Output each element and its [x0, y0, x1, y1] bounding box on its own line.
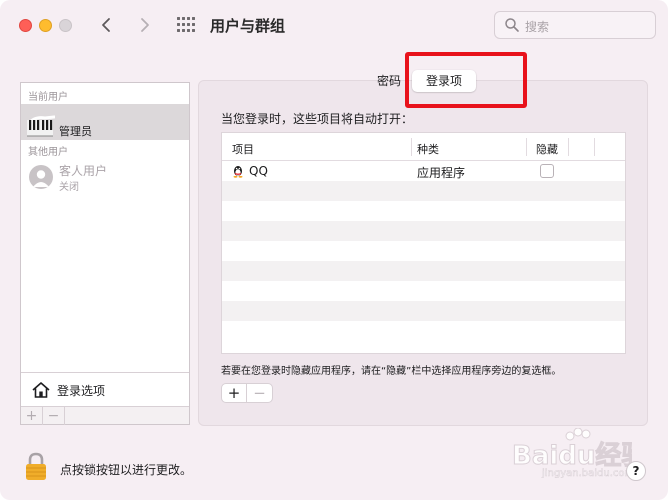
table-row-empty [222, 241, 625, 261]
guest-name: 客人用户 [59, 164, 108, 178]
table-row[interactable]: QQ 应用程序 [222, 161, 625, 181]
login-item-kind: 应用程序 [417, 166, 466, 180]
search-field[interactable]: 搜索 [494, 11, 656, 39]
hide-hint-text: 若要在您登录时隐藏应用程序，请在“隐藏”栏中选择应用程序旁边的复选框。 [221, 366, 562, 377]
lock-icon[interactable] [24, 452, 48, 482]
table-row-empty [222, 301, 625, 321]
table-header: 项目 种类 隐藏 [222, 133, 625, 161]
column-divider [411, 138, 412, 156]
watermark-url: jingyan.baidu.com [541, 468, 632, 478]
table-row-empty [222, 261, 625, 281]
show-all-button[interactable] [173, 13, 197, 37]
minimize-button[interactable] [39, 19, 52, 32]
title-bar: 用户与群组 搜索 [0, 0, 668, 52]
login-items-description: 当您登录时，这些项目将自动打开： [221, 112, 414, 126]
user-item-admin[interactable]: 管理员 [21, 104, 189, 140]
current-users-label: 当前用户 [28, 92, 68, 103]
app-grid-icon [177, 17, 195, 32]
lock-hint-text: 点按锁按钮以进行更改。 [60, 463, 193, 477]
guest-avatar [29, 165, 53, 189]
table-row-empty [222, 221, 625, 241]
login-items-add-remove: + − [221, 383, 273, 403]
login-items-table: 项目 种类 隐藏 QQ 应用程序 [221, 132, 626, 354]
preferences-window: 用户与群组 搜索 当前用户 管理员 其他用户 客人用户 关闭 登录选项 + − … [0, 0, 668, 500]
house-icon [32, 382, 50, 398]
users-list: 当前用户 管理员 其他用户 客人用户 关闭 登录选项 + − [20, 82, 190, 425]
close-button[interactable] [19, 19, 32, 32]
login-item-name: QQ [249, 164, 268, 178]
column-header-hidden[interactable]: 隐藏 [536, 141, 558, 157]
chevron-right-icon [141, 18, 149, 32]
help-button[interactable]: ? [626, 461, 646, 481]
remove-login-item-button[interactable]: − [247, 384, 272, 402]
column-divider [594, 138, 595, 156]
add-user-button[interactable]: + [21, 407, 43, 425]
admin-avatar [27, 115, 55, 137]
back-button[interactable] [93, 12, 119, 38]
chevron-left-icon [102, 18, 110, 32]
highlight-annotation [405, 52, 527, 108]
login-options-label: 登录选项 [57, 384, 106, 398]
zoom-button[interactable] [59, 19, 72, 32]
users-panel-footer: + − [21, 406, 189, 425]
admin-name: 管理员 [59, 125, 92, 138]
remove-user-button[interactable]: − [43, 407, 65, 425]
table-row-empty [222, 321, 625, 341]
hide-checkbox[interactable] [540, 164, 554, 178]
column-header-item[interactable]: 项目 [232, 141, 254, 157]
table-row-empty [222, 281, 625, 301]
table-row-empty [222, 201, 625, 221]
table-row-empty [222, 181, 625, 201]
search-icon [505, 18, 519, 32]
column-header-kind[interactable]: 种类 [417, 141, 439, 157]
add-login-item-button[interactable]: + [222, 384, 247, 402]
guest-status: 关闭 [59, 182, 79, 193]
qq-penguin-icon [233, 166, 243, 178]
watermark-brand: Baidu经验 [512, 440, 632, 471]
other-users-label: 其他用户 [28, 147, 68, 158]
search-placeholder: 搜索 [525, 20, 550, 34]
person-icon [33, 170, 49, 187]
column-divider [526, 138, 527, 156]
window-title: 用户与群组 [210, 17, 286, 35]
column-divider [568, 138, 569, 156]
baidu-watermark: Baidu经验 jingyan.baidu.com [512, 428, 632, 478]
login-options-item[interactable]: 登录选项 [21, 372, 189, 406]
forward-button[interactable] [132, 12, 158, 38]
